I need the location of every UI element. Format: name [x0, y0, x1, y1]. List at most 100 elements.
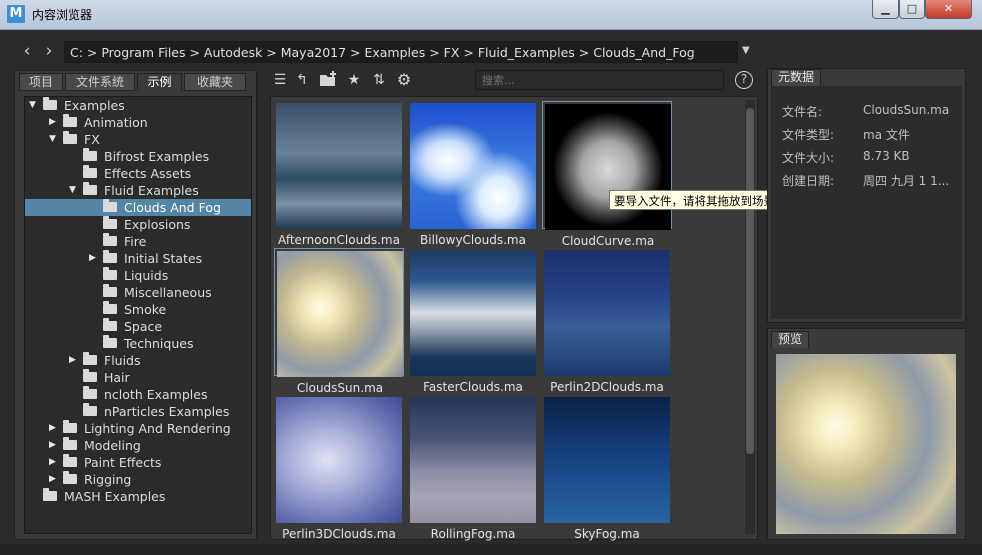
tree-item-label: Paint Effects — [84, 455, 162, 470]
tree-item-label: MASH Examples — [64, 489, 166, 504]
tree-item[interactable]: Fire — [25, 233, 251, 250]
tree-item[interactable]: ▶ Paint Effects — [25, 454, 251, 471]
expand-arrow-icon[interactable]: ▼ — [29, 99, 39, 111]
tree-item[interactable]: ▶ Fluids — [25, 352, 251, 369]
tree-item[interactable]: ▶ Rigging — [25, 471, 251, 488]
path-dropdown-icon[interactable]: ▼ — [742, 41, 756, 61]
left-tab-1[interactable]: 文件系统 — [65, 73, 135, 91]
collapse-arrow-icon[interactable]: ▶ — [89, 252, 99, 264]
collapse-arrow-icon[interactable]: ▶ — [49, 439, 59, 451]
tree-item[interactable]: Hair — [25, 369, 251, 386]
tree-item[interactable]: Techniques — [25, 335, 251, 352]
thumbnail-image[interactable] — [544, 397, 670, 523]
thumbnail-image[interactable] — [545, 104, 671, 230]
tree-item[interactable]: ▼ Examples — [25, 97, 251, 114]
tree-item[interactable]: MASH Examples — [25, 488, 251, 505]
path-breadcrumb[interactable]: C: > Program Files > Autodesk > Maya2017… — [70, 45, 695, 60]
folder-icon — [83, 369, 97, 382]
tree-item[interactable]: Space — [25, 318, 251, 335]
collapse-arrow-icon[interactable]: ▶ — [69, 354, 79, 366]
tree-item[interactable]: Miscellaneous — [25, 284, 251, 301]
tab-preview[interactable]: 预览 — [771, 331, 810, 348]
thumbnail-caption: AfternoonClouds.ma — [278, 233, 400, 247]
tree-item[interactable]: ▶ Initial States — [25, 250, 251, 267]
forward-arrow-icon[interactable]: › — [40, 40, 58, 62]
metadata-key: 创建日期: — [782, 174, 835, 188]
expand-arrow-icon[interactable]: ▼ — [49, 133, 59, 145]
thumbnail-image[interactable] — [410, 250, 536, 376]
maximize-button[interactable]: □ — [899, 0, 925, 19]
thumbnail-caption: SkyFog.ma — [574, 527, 640, 541]
tree-item-label: Techniques — [124, 336, 194, 351]
list-view-icon[interactable]: ☰ — [271, 71, 289, 89]
left-tab-0[interactable]: 项目 — [19, 73, 63, 91]
collapse-arrow-icon[interactable]: ▶ — [49, 116, 59, 128]
expand-arrow-icon[interactable]: ▼ — [69, 184, 79, 196]
tree-item[interactable]: Liquids — [25, 267, 251, 284]
left-tab-2[interactable]: 示例 — [137, 73, 182, 91]
left-tab-3[interactable]: 收藏夹 — [184, 73, 246, 91]
folder-icon — [63, 454, 77, 467]
preview-image — [776, 354, 956, 534]
tree-item[interactable]: nParticles Examples — [25, 403, 251, 420]
tree-item[interactable]: Bifrost Examples — [25, 148, 251, 165]
thumbnail-image[interactable] — [277, 251, 403, 377]
folder-icon — [103, 216, 117, 229]
tree-item[interactable]: ▼ FX — [25, 131, 251, 148]
thumbnail-item[interactable]: AfternoonClouds.ma — [274, 101, 404, 247]
tree-item[interactable]: Effects Assets — [25, 165, 251, 182]
metadata-value: CloudsSun.ma — [863, 103, 950, 117]
thumbnail-image[interactable] — [276, 397, 402, 523]
folder-tree[interactable]: ▼ Examples ▶ Animation ▼ FX Bifrost Examples Ef… — [24, 96, 252, 534]
thumbnail-image[interactable] — [544, 250, 670, 376]
close-button[interactable]: ✕ — [925, 0, 972, 19]
minimize-button[interactable]: ▁ — [872, 0, 899, 19]
metadata-key: 文件大小: — [782, 151, 835, 165]
thumbnail-image[interactable] — [276, 103, 402, 229]
up-folder-icon[interactable]: ↰ — [293, 71, 311, 89]
folder-icon — [63, 114, 77, 127]
thumbnail-item[interactable]: Perlin3DClouds.ma — [274, 395, 404, 541]
search-input[interactable] — [475, 70, 724, 90]
help-icon[interactable]: ? — [735, 71, 753, 89]
scrollbar-thumb[interactable] — [746, 108, 754, 454]
favorite-star-icon[interactable]: ★ — [345, 71, 363, 89]
tree-item-label: Bifrost Examples — [104, 149, 210, 164]
settings-gear-icon[interactable]: ⚙ — [395, 71, 413, 89]
thumbnail-caption: CloudsSun.ma — [296, 381, 384, 395]
tree-item[interactable]: ▶ Modeling — [25, 437, 251, 454]
thumbnail-item[interactable]: RollingFog.ma — [408, 395, 538, 541]
thumbnail-caption: FasterClouds.ma — [423, 380, 523, 394]
back-arrow-icon[interactable]: ‹ — [18, 40, 36, 62]
tree-item[interactable]: Smoke — [25, 301, 251, 318]
folder-icon — [63, 131, 77, 144]
thumbnail-item[interactable]: SkyFog.ma — [542, 395, 672, 541]
tree-item-label: Space — [124, 319, 163, 334]
tree-item[interactable]: Explosions — [25, 216, 251, 233]
collapse-arrow-icon[interactable]: ▶ — [49, 456, 59, 468]
tree-item[interactable]: ▼ Fluid Examples — [25, 182, 251, 199]
tree-item[interactable]: ncloth Examples — [25, 386, 251, 403]
thumbnail-image[interactable] — [410, 397, 536, 523]
new-folder-icon[interactable] — [319, 71, 337, 89]
tree-item-label: Initial States — [124, 251, 203, 266]
folder-icon — [63, 420, 77, 433]
collapse-arrow-icon[interactable]: ▶ — [49, 473, 59, 485]
collapse-arrow-icon[interactable]: ▶ — [49, 422, 59, 434]
thumbnail-item[interactable]: Perlin2DClouds.ma — [542, 248, 672, 394]
thumbnail-item[interactable]: FasterClouds.ma — [408, 248, 538, 394]
tab-metadata[interactable]: 元数据 — [771, 69, 822, 86]
thumbnail-image[interactable] — [410, 103, 536, 229]
thumbnail-item[interactable]: BillowyClouds.ma — [408, 101, 538, 247]
thumbnail-item[interactable]: CloudsSun.ma — [274, 248, 404, 395]
tree-item-label: Miscellaneous — [124, 285, 212, 300]
thumbnail-caption: BillowyClouds.ma — [420, 233, 526, 247]
metadata-key: 文件名: — [782, 105, 823, 119]
folder-icon — [103, 301, 117, 314]
tree-item[interactable]: ▶ Animation — [25, 114, 251, 131]
tree-item[interactable]: ▶ Lighting And Rendering — [25, 420, 251, 437]
tree-item[interactable]: Clouds And Fog — [25, 199, 251, 216]
sort-icon[interactable]: ⇅ — [370, 71, 388, 89]
tree-item-label: FX — [84, 132, 100, 147]
folder-icon — [83, 386, 97, 399]
